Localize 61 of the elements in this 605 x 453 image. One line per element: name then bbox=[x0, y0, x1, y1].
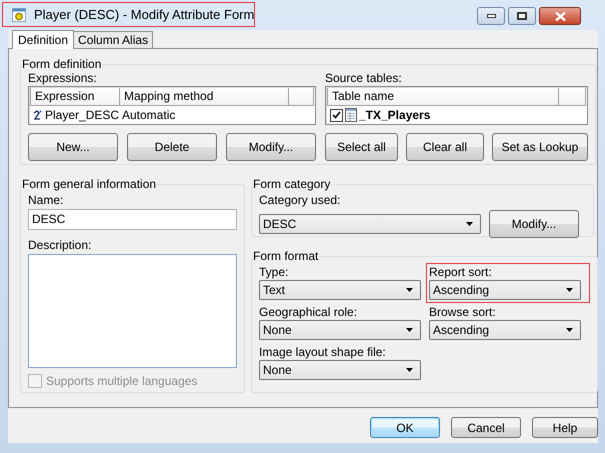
button[interactable]: OK bbox=[370, 417, 440, 438]
checkbox-label: Supports multiple languages bbox=[46, 374, 198, 388]
button[interactable]: Clear all bbox=[406, 133, 484, 161]
dropdown[interactable]: DESC bbox=[259, 214, 481, 234]
dropdown-arrow-icon bbox=[565, 287, 574, 293]
table-icon bbox=[345, 108, 357, 122]
table-cell: Automatic bbox=[122, 108, 176, 122]
column-header bbox=[289, 88, 314, 106]
maximize-icon bbox=[517, 12, 527, 20]
group-title: Form format bbox=[252, 249, 320, 263]
checkbox[interactable] bbox=[330, 108, 343, 122]
button[interactable]: Modify... bbox=[226, 133, 316, 161]
table-cell: Player_DESC bbox=[45, 108, 120, 122]
field-label: Type: bbox=[259, 265, 288, 280]
column-header bbox=[559, 88, 586, 106]
dropdown[interactable]: Ascending bbox=[429, 280, 581, 300]
close-button[interactable] bbox=[539, 7, 581, 25]
maximize-button[interactable] bbox=[508, 7, 536, 25]
close-icon bbox=[554, 12, 566, 20]
dropdown[interactable]: None bbox=[259, 320, 421, 340]
dropdown-arrow-icon bbox=[405, 287, 414, 293]
tab[interactable]: Definition bbox=[12, 30, 74, 49]
button[interactable]: Select all bbox=[325, 133, 398, 161]
button[interactable]: Help bbox=[532, 417, 598, 438]
button[interactable]: Modify... bbox=[489, 210, 579, 238]
window-title: Player (DESC) - Modify Attribute Form bbox=[34, 7, 254, 22]
column-header[interactable]: Expression bbox=[30, 88, 120, 106]
button[interactable]: New... bbox=[28, 133, 118, 161]
tab[interactable]: Column Alias bbox=[73, 31, 154, 48]
field-label: Description: bbox=[28, 238, 92, 253]
checkmark-icon bbox=[332, 111, 341, 119]
minimize-icon bbox=[486, 14, 496, 18]
field-label: Report sort: bbox=[429, 265, 492, 280]
expression-icon bbox=[33, 110, 42, 120]
description-field[interactable] bbox=[28, 254, 237, 368]
column-header[interactable]: Mapping method bbox=[120, 88, 289, 106]
field-label: Name: bbox=[28, 193, 64, 208]
table-cell: _TX_Players bbox=[359, 108, 430, 122]
dropdown-arrow-icon bbox=[405, 327, 414, 333]
column-header[interactable]: Table name bbox=[327, 88, 559, 106]
field-label: Expressions: bbox=[28, 71, 97, 86]
button[interactable]: Delete bbox=[127, 133, 217, 161]
group-title: Form general information bbox=[21, 177, 158, 191]
field-label: Geographical role: bbox=[259, 305, 358, 320]
dropdown[interactable]: None bbox=[259, 360, 421, 380]
dropdown-arrow-icon bbox=[405, 367, 414, 373]
button[interactable]: Cancel bbox=[451, 417, 521, 438]
name-field[interactable]: DESC bbox=[28, 209, 237, 230]
field-label: Source tables: bbox=[325, 71, 402, 86]
group-title: Form category bbox=[252, 177, 332, 191]
minimize-button[interactable] bbox=[477, 7, 505, 25]
field-label: Category used: bbox=[259, 193, 340, 208]
dropdown[interactable]: Ascending bbox=[429, 320, 581, 340]
field-label: Browse sort: bbox=[429, 305, 496, 320]
dropdown-arrow-icon bbox=[565, 327, 574, 333]
dropdown[interactable]: Text bbox=[259, 280, 421, 300]
field-label: Image layout shape file: bbox=[259, 345, 386, 360]
app-icon bbox=[12, 8, 26, 22]
group-title: Form definition bbox=[21, 57, 102, 71]
button[interactable]: Set as Lookup bbox=[492, 133, 588, 161]
dropdown-arrow-icon bbox=[465, 221, 474, 227]
